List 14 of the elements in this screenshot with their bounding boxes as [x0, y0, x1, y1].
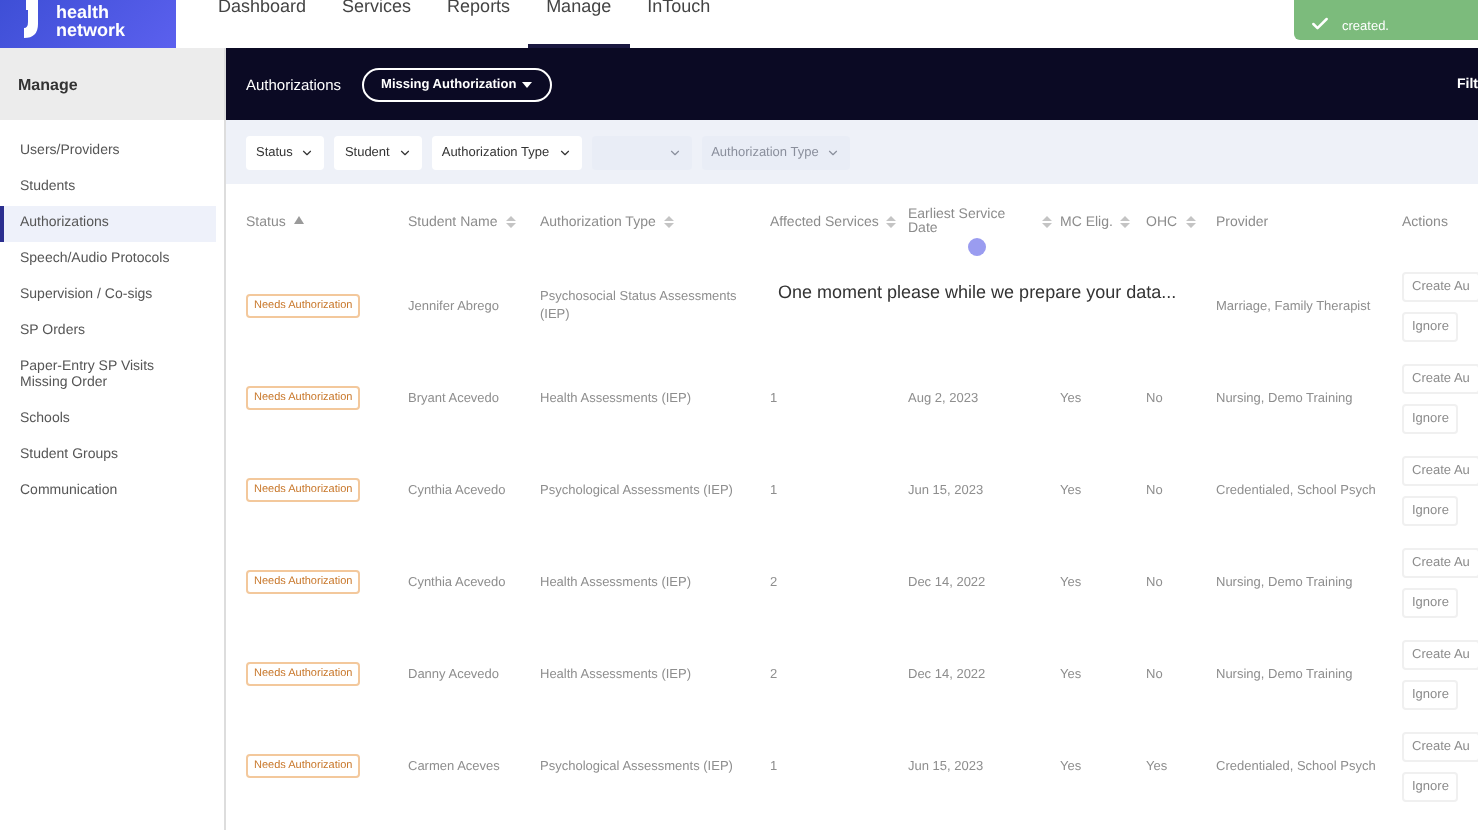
- filter-dropdown[interactable]: [591, 135, 692, 169]
- chevron-down-icon: [397, 145, 412, 159]
- loading-spinner: [968, 238, 987, 256]
- nav-link[interactable]: Reports: [429, 0, 529, 48]
- sidebar-title: Manage: [0, 48, 224, 120]
- logo-icon: [20, 0, 44, 40]
- chevron-down-icon: [300, 145, 315, 159]
- chevron-down-icon: [667, 145, 682, 159]
- brand-name: health network: [56, 4, 128, 40]
- chevron-down-icon: [557, 145, 572, 159]
- chevron-down-icon: [826, 145, 841, 159]
- caret-icon: [522, 81, 533, 87]
- check-icon: [1310, 14, 1330, 34]
- loading-message: One moment please while we prepare your data...: [778, 282, 1177, 302]
